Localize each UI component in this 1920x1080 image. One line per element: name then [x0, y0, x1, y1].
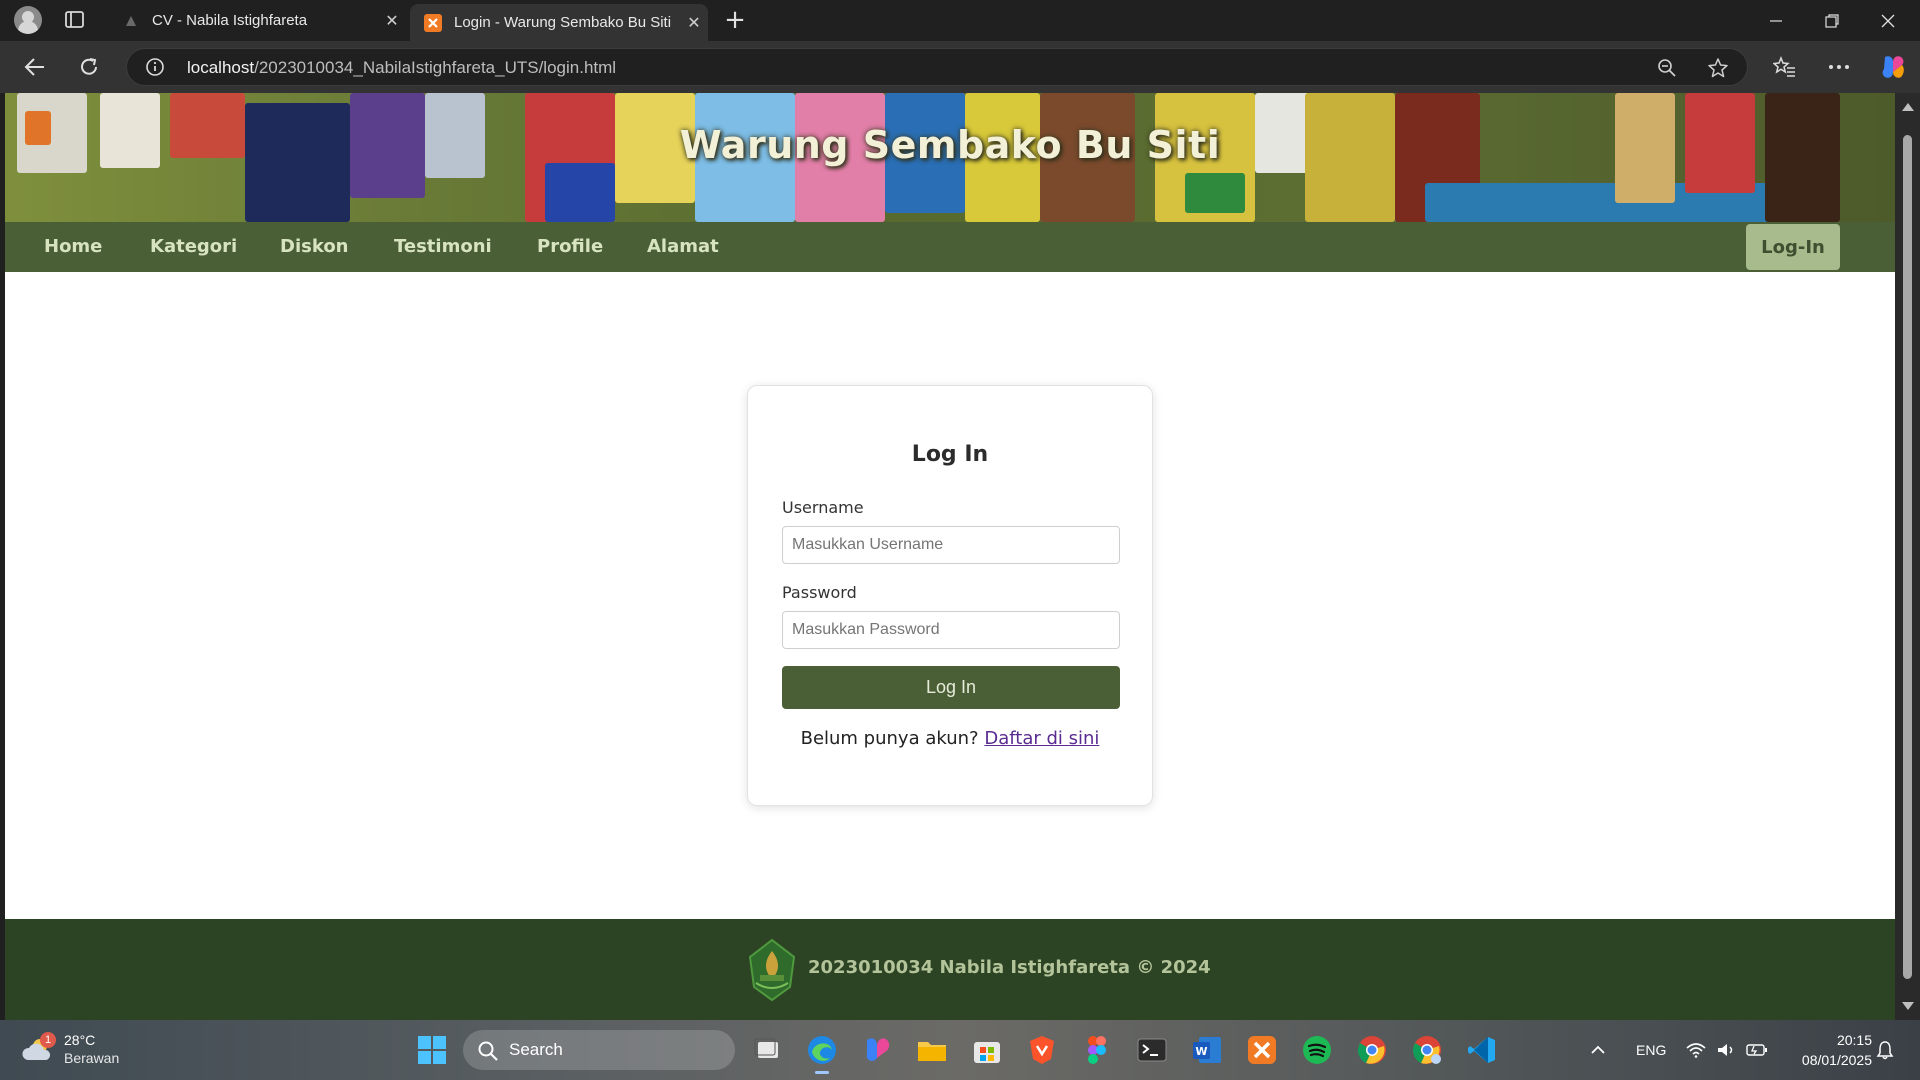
browser-toolbar: localhost/2023010034_NabilaIstighfareta_…	[0, 41, 1920, 93]
register-prompt: Belum punya akun? Daftar di sini	[748, 728, 1152, 749]
scroll-up-icon[interactable]	[1902, 103, 1914, 111]
wifi-icon[interactable]	[1686, 1020, 1706, 1080]
spotify-icon[interactable]	[1301, 1034, 1333, 1066]
username-label: Username	[782, 498, 864, 517]
register-link[interactable]: Daftar di sini	[984, 728, 1099, 749]
login-card: Log In Username Password Log In Belum pu…	[747, 385, 1153, 806]
xampp-favicon-icon	[424, 13, 442, 32]
new-tab-button[interactable]: +	[720, 6, 750, 36]
copilot-icon[interactable]	[1879, 53, 1907, 81]
tray-overflow-icon[interactable]	[1590, 1020, 1606, 1080]
more-options-icon[interactable]	[1825, 53, 1853, 81]
copilot-taskbar-icon[interactable]	[861, 1034, 893, 1066]
word-icon[interactable]: W	[1191, 1034, 1223, 1066]
nav-login-button[interactable]: Log-In	[1746, 224, 1840, 270]
nav-alamat[interactable]: Alamat	[647, 236, 719, 257]
tab-close-icon[interactable]: ✕	[378, 11, 406, 31]
language-indicator[interactable]: ENG	[1636, 1020, 1666, 1080]
browser-title-bar: CV - Nabila Istighfareta ✕ Login - Warun…	[0, 0, 1920, 41]
url-host: localhost	[187, 58, 255, 77]
favorite-star-icon[interactable]	[1707, 57, 1729, 79]
volume-icon[interactable]	[1716, 1020, 1736, 1080]
tab-close-icon[interactable]: ✕	[680, 13, 708, 33]
site-title: Warung Sembako Bu Siti	[679, 123, 1221, 167]
taskbar-search[interactable]: Search	[463, 1030, 735, 1070]
vscode-icon[interactable]	[1466, 1034, 1498, 1066]
password-label: Password	[782, 583, 857, 602]
search-label: Search	[509, 1040, 563, 1059]
back-button[interactable]	[20, 52, 50, 82]
weather-widget[interactable]: 1 28°C Berawan	[20, 1030, 140, 1070]
weather-condition: Berawan	[64, 1050, 120, 1066]
figma-icon[interactable]	[1081, 1034, 1113, 1066]
site-navigation: Home Kategori Diskon Testimoni Profile A…	[5, 222, 1895, 272]
brave-icon[interactable]	[1026, 1034, 1058, 1066]
close-window-button[interactable]	[1860, 0, 1916, 41]
scrollbar-thumb[interactable]	[1903, 135, 1912, 979]
microsoft-store-icon[interactable]	[971, 1034, 1003, 1066]
favorites-icon[interactable]	[1771, 53, 1799, 81]
clock-time: 20:15	[1836, 1032, 1872, 1048]
nav-testimoni[interactable]: Testimoni	[394, 236, 492, 257]
url-path: /2023010034_NabilaIstighfareta_UTS/login…	[254, 58, 617, 77]
windows-start-icon[interactable]	[416, 1034, 448, 1066]
weather-temp: 28°C	[64, 1032, 96, 1048]
page-viewport: Warung Sembako Bu Siti Home Kategori Dis…	[5, 93, 1895, 1020]
edge-icon[interactable]	[806, 1034, 838, 1074]
xampp-icon[interactable]	[1246, 1034, 1278, 1066]
footer-logo-icon	[748, 938, 796, 1002]
site-footer: 2023010034 Nabila Istighfareta © 2024	[5, 919, 1895, 1020]
weather-badge: 1	[40, 1032, 56, 1048]
url-text[interactable]: localhost/2023010034_NabilaIstighfareta_…	[187, 58, 616, 78]
svg-text:W: W	[1195, 1045, 1207, 1058]
minimize-button[interactable]	[1748, 0, 1804, 41]
taskbar-clock[interactable]: 20:15 08/01/2025	[1782, 1030, 1872, 1070]
nav-profile[interactable]: Profile	[537, 236, 603, 257]
chrome-profile-icon[interactable]	[1411, 1034, 1443, 1066]
page-scrollbar[interactable]	[1895, 93, 1920, 1020]
address-bar[interactable]: localhost/2023010034_NabilaIstighfareta_…	[126, 48, 1748, 86]
nav-kategori[interactable]: Kategori	[150, 236, 237, 257]
scroll-down-icon[interactable]	[1902, 1002, 1914, 1010]
terminal-icon[interactable]	[1136, 1034, 1168, 1066]
search-icon	[478, 1041, 498, 1061]
password-input[interactable]	[782, 611, 1120, 649]
login-submit-button[interactable]: Log In	[782, 666, 1120, 709]
chrome-icon[interactable]	[1356, 1034, 1388, 1066]
nav-diskon[interactable]: Diskon	[280, 236, 349, 257]
task-view-icon[interactable]	[752, 1034, 784, 1066]
page-favicon-icon	[126, 15, 136, 26]
login-heading: Log In	[911, 442, 989, 467]
tab-cv[interactable]: CV - Nabila Istighfareta ✕	[108, 0, 406, 41]
banner-package	[1185, 173, 1245, 213]
tab-title: Login - Warung Sembako Bu Siti	[454, 14, 672, 31]
site-info-icon[interactable]	[145, 57, 165, 77]
profile-avatar-icon[interactable]	[14, 6, 42, 34]
file-explorer-icon[interactable]	[916, 1034, 948, 1066]
header-banner: Warung Sembako Bu Siti	[5, 93, 1895, 222]
username-input[interactable]	[782, 526, 1120, 564]
tab-title: CV - Nabila Istighfareta	[152, 12, 308, 29]
clock-date: 08/01/2025	[1801, 1052, 1872, 1068]
tab-login[interactable]: Login - Warung Sembako Bu Siti ✕	[410, 4, 708, 41]
banner-package	[545, 163, 615, 222]
reload-button[interactable]	[74, 52, 104, 82]
zoom-out-icon[interactable]	[1657, 58, 1677, 78]
nav-home[interactable]: Home	[44, 236, 102, 257]
register-prompt-text: Belum punya akun?	[800, 728, 979, 749]
footer-text: 2023010034 Nabila Istighfareta © 2024	[808, 957, 1211, 978]
restore-button[interactable]	[1804, 0, 1860, 41]
windows-taskbar: 1 28°C Berawan Search W ENG 20:15 08/01/…	[0, 1020, 1920, 1080]
notification-bell-icon[interactable]	[1876, 1020, 1894, 1080]
battery-icon[interactable]	[1746, 1020, 1768, 1080]
tab-actions-icon[interactable]	[64, 10, 86, 30]
